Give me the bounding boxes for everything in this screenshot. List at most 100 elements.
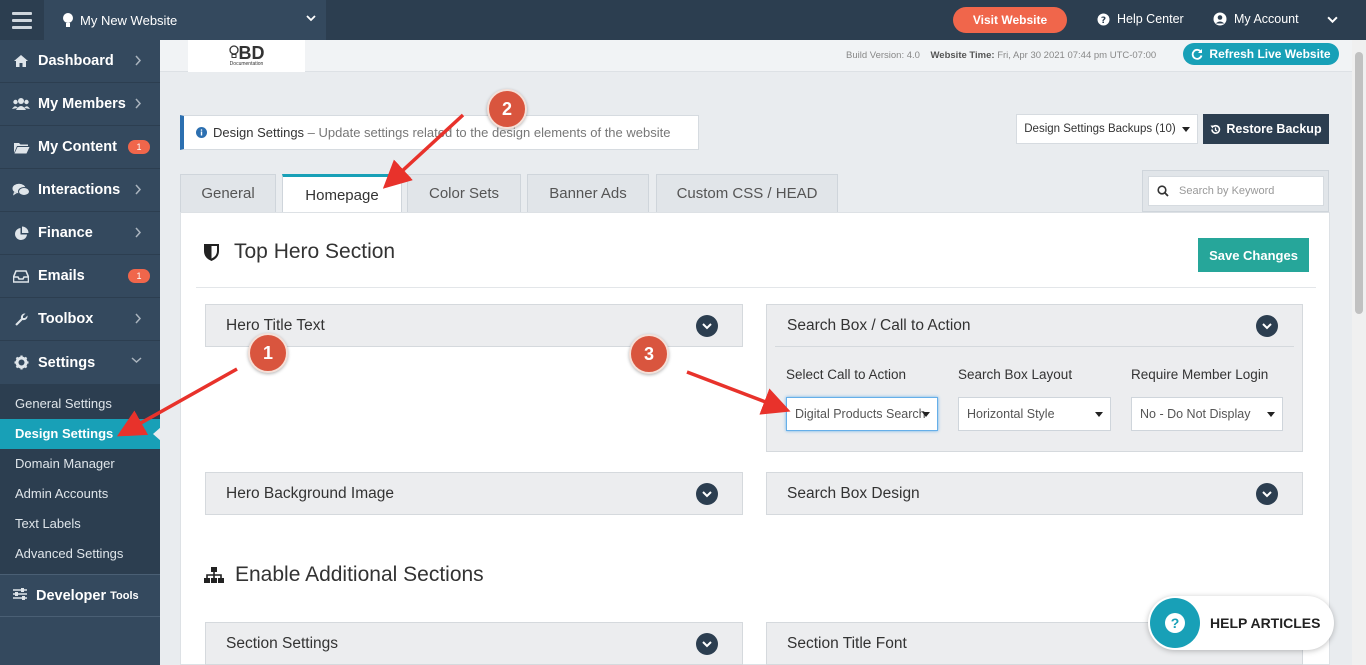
sidebar-item-interactions[interactable]: Interactions	[0, 169, 160, 212]
caret-down-icon	[1267, 412, 1275, 417]
chevron-down-circle-icon[interactable]	[696, 315, 718, 337]
sidebar-item-finance[interactable]: Finance	[0, 212, 160, 255]
submenu-general-settings[interactable]: General Settings	[0, 389, 160, 419]
page-scrollbar[interactable]	[1352, 40, 1366, 665]
section-title: Top Hero Section	[203, 240, 395, 264]
caret-down-icon	[1095, 412, 1103, 417]
refresh-label: Refresh Live Website	[1209, 47, 1331, 61]
website-name: My New Website	[80, 12, 178, 28]
help-center-link[interactable]: ? Help Center	[1097, 12, 1184, 26]
layout-label: Search Box Layout	[958, 367, 1073, 382]
help-articles-label: HELP ARTICLES	[1210, 615, 1321, 631]
accordion-search-box-design[interactable]: Search Box Design	[766, 472, 1303, 515]
layout-value: Horizontal Style	[967, 407, 1055, 421]
build-label: Build Version:	[846, 50, 905, 61]
sidebar-item-dashboard[interactable]: Dashboard	[0, 40, 160, 83]
header-strip: BD Documentation Build Version: 4.0 Webs…	[160, 40, 1352, 72]
sidebar-item-developer-tools[interactable]: Developer Tools	[0, 574, 160, 617]
sidebar-item-label: Dashboard	[38, 53, 114, 69]
sidebar-item-label: Emails	[38, 268, 85, 284]
time-label: Website Time:	[930, 50, 995, 61]
submenu-text-labels[interactable]: Text Labels	[0, 509, 160, 539]
users-icon	[12, 97, 30, 111]
accordion-label: Hero Title Text	[226, 316, 325, 334]
submenu-admin-accounts[interactable]: Admin Accounts	[0, 479, 160, 509]
sidebar-item-my-members[interactable]: My Members	[0, 83, 160, 126]
design-settings-backups-dropdown[interactable]: Design Settings Backups (10)	[1016, 114, 1198, 144]
chevron-down-circle-icon[interactable]	[1256, 483, 1278, 505]
search-icon	[1157, 185, 1169, 197]
login-label: Require Member Login	[1131, 367, 1269, 382]
help-articles-button[interactable]: ? HELP ARTICLES	[1148, 596, 1334, 650]
save-changes-button[interactable]: Save Changes	[1198, 238, 1309, 272]
developer-small-label: Tools	[110, 589, 139, 602]
search-box-layout-select[interactable]: Horizontal Style	[958, 397, 1111, 431]
accordion-label: Search Box Design	[787, 484, 920, 502]
menu-toggle-icon[interactable]	[0, 0, 44, 40]
tab-general[interactable]: General	[180, 174, 276, 212]
logo-text: BD	[228, 44, 265, 62]
sidebar-item-toolbox[interactable]: Toolbox	[0, 298, 160, 341]
refresh-live-website-button[interactable]: Refresh Live Website	[1183, 43, 1339, 65]
visit-website-button[interactable]: Visit Website	[953, 7, 1067, 33]
section-title-text: Enable Additional Sections	[235, 563, 484, 586]
submenu-advanced-settings[interactable]: Advanced Settings	[0, 539, 160, 569]
top-bar: My New Website Visit Website ? Help Cent…	[0, 0, 1366, 40]
chevron-down-circle-icon[interactable]	[696, 483, 718, 505]
section-title-text: Top Hero Section	[234, 240, 396, 263]
require-member-login-select[interactable]: No - Do Not Display	[1131, 397, 1283, 431]
tab-custom-css-head[interactable]: Custom CSS / HEAD	[656, 174, 838, 212]
notice-title: Design Settings	[213, 125, 305, 140]
tab-banner-ads[interactable]: Banner Ads	[527, 174, 649, 212]
accordion-section-settings[interactable]: Section Settings	[205, 622, 743, 665]
chevron-down-circle-icon[interactable]	[1256, 315, 1278, 337]
chevron-down-icon	[131, 357, 142, 364]
accordion-label: Hero Background Image	[226, 484, 395, 502]
chevron-right-icon	[135, 313, 142, 324]
website-selector[interactable]: My New Website	[44, 0, 326, 40]
notification-badge: 1	[128, 269, 150, 283]
chevron-down-circle-icon[interactable]	[696, 633, 718, 655]
chevron-right-icon	[135, 98, 142, 109]
caret-down-icon	[922, 412, 930, 417]
restore-backup-button[interactable]: Restore Backup	[1203, 114, 1329, 144]
sidebar-item-label: Interactions	[38, 182, 121, 198]
sidebar-item-my-content[interactable]: My Content 1	[0, 126, 160, 169]
user-circle-icon	[1213, 12, 1227, 26]
tab-homepage[interactable]: Homepage	[282, 174, 402, 213]
my-account-menu[interactable]: My Account	[1213, 12, 1299, 26]
call-to-action-select[interactable]: Digital Products Search	[786, 397, 938, 431]
sidebar-item-label: Finance	[38, 225, 93, 241]
sidebar-item-settings[interactable]: Settings	[0, 341, 160, 384]
sitemap-icon	[204, 567, 224, 583]
info-icon	[196, 127, 207, 138]
submenu-domain-manager[interactable]: Domain Manager	[0, 449, 160, 479]
annotation-step-1: 1	[248, 333, 288, 373]
pie-chart-icon	[12, 226, 30, 240]
sidebar: Dashboard My Members My Content 1 Intera…	[0, 40, 161, 665]
chevron-down-icon[interactable]	[1327, 14, 1338, 25]
annotation-step-3: 3	[629, 334, 669, 374]
scrollbar-thumb[interactable]	[1355, 52, 1363, 314]
info-notice: Design Settings – Update settings relate…	[180, 115, 699, 150]
lightbulb-icon	[228, 45, 239, 58]
home-icon	[12, 54, 30, 68]
accordion-label: Section Title Font	[787, 634, 907, 652]
my-account-label: My Account	[1234, 12, 1299, 26]
search-input[interactable]: Search by Keyword	[1148, 176, 1324, 206]
question-icon: ?	[1150, 598, 1200, 648]
chevron-right-icon	[135, 227, 142, 238]
cta-label: Select Call to Action	[786, 367, 907, 382]
tab-color-sets[interactable]: Color Sets	[407, 174, 521, 212]
cta-value: Digital Products Search	[795, 407, 926, 421]
sidebar-item-emails[interactable]: Emails 1	[0, 255, 160, 298]
build-value: 4.0	[906, 50, 920, 61]
accordion-label: Section Settings	[226, 634, 339, 652]
accordion-search-box-cta[interactable]: Search Box / Call to Action	[766, 304, 1303, 347]
accordion-hero-background-image[interactable]: Hero Background Image	[205, 472, 743, 515]
gear-icon	[12, 355, 30, 370]
logo[interactable]: BD Documentation	[188, 40, 305, 72]
submenu-design-settings[interactable]: Design Settings	[0, 419, 161, 449]
sliders-icon	[12, 587, 28, 605]
comments-icon	[12, 183, 30, 197]
